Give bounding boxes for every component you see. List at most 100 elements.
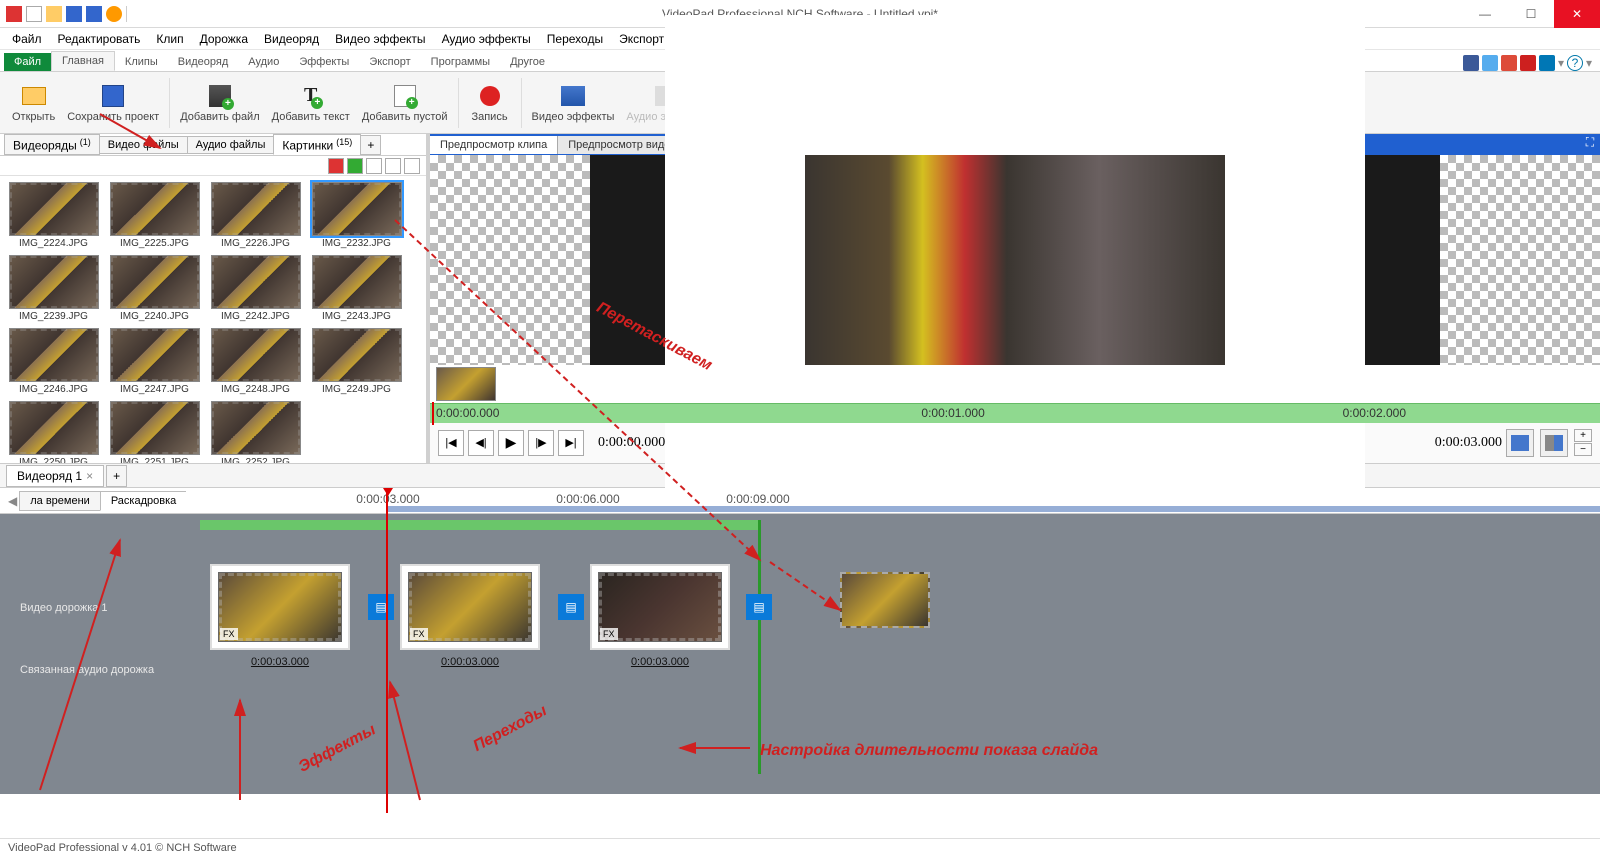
menu-clip[interactable]: Клип	[148, 30, 191, 48]
bin-tab-sequences[interactable]: Видеоряды (1)	[4, 134, 100, 156]
qat-open-icon[interactable]	[46, 6, 62, 22]
dragging-clip[interactable]	[840, 572, 930, 628]
timeline-clip[interactable]: FX 0:00:03.000	[400, 564, 540, 650]
chevron-down-icon[interactable]: ▾	[1586, 56, 1592, 70]
timeline-edge[interactable]	[758, 520, 761, 774]
close-icon[interactable]: ×	[86, 469, 93, 483]
timeline-clip[interactable]: FX 0:00:03.000	[210, 564, 350, 650]
thumbnail-item[interactable]: IMG_2248.JPG	[208, 328, 303, 395]
thumbnail-item[interactable]: IMG_2250.JPG	[6, 401, 101, 463]
menu-transitions[interactable]: Переходы	[539, 30, 611, 48]
help-icon[interactable]: ?	[1567, 55, 1583, 71]
thumbnail-item[interactable]: IMG_2252.JPG	[208, 401, 303, 463]
bin-tool-1-icon[interactable]	[328, 158, 344, 174]
timeline[interactable]: Видео дорожка 1 Связанная аудио дорожка …	[0, 514, 1600, 794]
thumbnail-item[interactable]: IMG_2251.JPG	[107, 401, 202, 463]
menu-file[interactable]: Файл	[4, 30, 50, 48]
add-file-button[interactable]: +Добавить файл	[174, 81, 265, 125]
thumbnail-item[interactable]: IMG_2247.JPG	[107, 328, 202, 395]
qat-save-icon[interactable]	[66, 6, 82, 22]
menu-export[interactable]: Экспорт	[611, 30, 672, 48]
youtube-icon[interactable]	[1520, 55, 1536, 71]
open-button[interactable]: Открыть	[6, 81, 61, 125]
export-video-button[interactable]: ↗Экспортировать видео	[1102, 81, 1230, 125]
bin-tool-3-icon[interactable]	[366, 158, 382, 174]
step-back-button[interactable]: ◀|	[468, 430, 494, 456]
settings-button[interactable]: ✕Настройки	[1239, 81, 1305, 125]
bin-tool-2-icon[interactable]	[347, 158, 363, 174]
thumbnail-item[interactable]: IMG_2242.JPG	[208, 255, 303, 322]
save-project-button[interactable]: Сохранить проект	[61, 81, 165, 125]
goto-start-button[interactable]: |◀	[438, 430, 464, 456]
maximize-button[interactable]: ☐	[1508, 0, 1554, 28]
step-fwd-button[interactable]: |▶	[528, 430, 554, 456]
insert-clip-button[interactable]	[1506, 429, 1534, 457]
chevron-down-icon[interactable]: ▾	[1558, 56, 1564, 70]
timeline-tab-time[interactable]: ла времени	[19, 491, 101, 511]
sequence-tab[interactable]: Видеоряд 1×	[6, 465, 104, 487]
bin-tab-audio[interactable]: Аудио файлы	[187, 136, 275, 154]
clip-timecode-bar[interactable]: 0:00:00.000 0:00:01.000 0:00:02.000	[430, 403, 1600, 422]
timeline-ruler[interactable]: 0:00:03.000 0:00:06.000 0:00:09.000	[186, 488, 1600, 513]
ribbon-tab-file[interactable]: Файл	[4, 53, 51, 71]
fx-badge[interactable]: FX	[600, 628, 618, 640]
google-icon[interactable]	[1501, 55, 1517, 71]
transitions-button[interactable]: Переходы	[714, 81, 778, 125]
video-effects-button[interactable]: Видео эффекты	[526, 81, 621, 125]
ribbon-tab-effects[interactable]: Эффекты	[289, 53, 359, 71]
undo-button[interactable]: ↶Отменить	[841, 81, 903, 125]
bin-tab-video[interactable]: Видео файлы	[99, 136, 188, 154]
bin-tab-pictures[interactable]: Картинки (15)	[273, 134, 361, 156]
thumbnail-item[interactable]: IMG_2249.JPG	[309, 328, 404, 395]
preview-tab-sequence[interactable]: Предпросмотр видеоряда	[558, 136, 711, 154]
playhead-marker[interactable]	[432, 402, 434, 424]
zoom-out-button[interactable]: −	[1574, 443, 1592, 456]
qat-undo-icon[interactable]	[106, 6, 122, 22]
thumbnail-item[interactable]: IMG_2225.JPG	[107, 182, 202, 249]
thumbnail-item-selected[interactable]: IMG_2232.JPG	[309, 182, 404, 249]
ribbon-tab-clips[interactable]: Клипы	[115, 53, 168, 71]
goto-end-button[interactable]: ▶|	[558, 430, 584, 456]
bin-tool-list-icon[interactable]	[385, 158, 401, 174]
clip-duration[interactable]: 0:00:03.000	[441, 656, 499, 668]
qat-new-icon[interactable]	[26, 6, 42, 22]
ribbon-tab-other[interactable]: Другое	[500, 53, 555, 71]
ribbon-tab-audio[interactable]: Аудио	[238, 53, 289, 71]
ribbon-tab-sequence[interactable]: Видеоряд	[168, 53, 239, 71]
play-button[interactable]: ▶	[498, 430, 524, 456]
thumbnail-item[interactable]: IMG_2239.JPG	[6, 255, 101, 322]
qat-save2-icon[interactable]	[86, 6, 102, 22]
clip-strip[interactable]	[430, 365, 1600, 403]
close-button[interactable]: ✕	[1554, 0, 1600, 28]
playhead[interactable]	[386, 488, 388, 813]
ribbon-tab-home[interactable]: Главная	[51, 51, 115, 71]
menu-help[interactable]: Помощь	[834, 30, 896, 48]
twitter-icon[interactable]	[1482, 55, 1498, 71]
menu-afx[interactable]: Аудио эффекты	[434, 30, 539, 48]
menu-view[interactable]: Просмотр	[763, 30, 834, 48]
transition-button[interactable]: ▤	[558, 594, 584, 620]
ribbon-tab-programs[interactable]: Программы	[421, 53, 500, 71]
transition-button[interactable]: ▤	[368, 594, 394, 620]
menu-vfx[interactable]: Видео эффекты	[327, 30, 433, 48]
add-text-button[interactable]: T+Добавить текст	[266, 81, 356, 125]
clip-duration[interactable]: 0:00:03.000	[631, 656, 689, 668]
menu-track[interactable]: Дорожка	[192, 30, 256, 48]
sequence-add-button[interactable]: +	[106, 465, 127, 487]
linkedin-icon[interactable]	[1539, 55, 1555, 71]
thumbnail-grid[interactable]: IMG_2224.JPG IMG_2225.JPG IMG_2226.JPG I…	[0, 176, 426, 463]
preview-button[interactable]: Просмотр	[1040, 81, 1102, 125]
preview-popout-icon[interactable]: ⛶	[1580, 135, 1600, 155]
split-clip-button[interactable]	[1540, 429, 1568, 457]
thumbnail-item[interactable]: IMG_2240.JPG	[107, 255, 202, 322]
timeline-clip[interactable]: FX 0:00:03.000	[590, 564, 730, 650]
clip-mini-thumb[interactable]	[436, 367, 496, 401]
transition-button[interactable]: ▤	[746, 594, 772, 620]
menu-edit[interactable]: Редактировать	[50, 30, 149, 48]
bin-tab-add[interactable]: +	[360, 135, 381, 155]
add-blank-button[interactable]: +Добавить пустой	[356, 81, 454, 125]
minimize-button[interactable]: —	[1462, 0, 1508, 28]
subtitles-button[interactable]: SUBСубтитры	[978, 81, 1040, 125]
preview-tab-clip[interactable]: Предпросмотр клипа	[430, 136, 558, 154]
bin-tool-expand-icon[interactable]	[404, 158, 420, 174]
